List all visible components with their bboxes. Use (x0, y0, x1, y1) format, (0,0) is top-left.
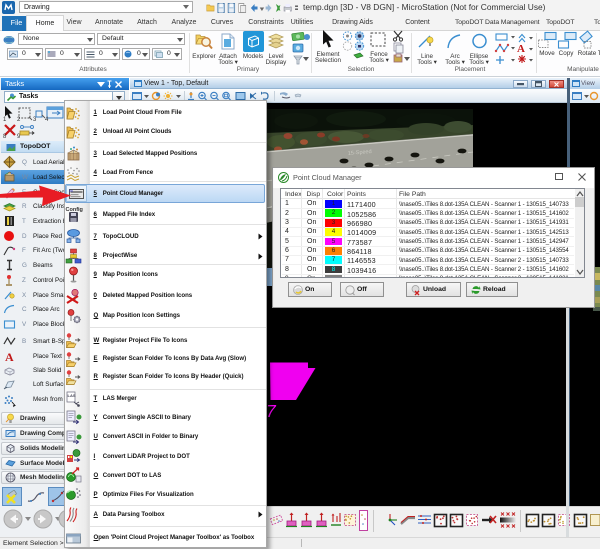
svg-text:3: 3 (33, 117, 37, 123)
svg-text:A: A (5, 350, 14, 364)
svg-text:1: 1 (3, 117, 7, 123)
svg-text:2: 2 (17, 117, 21, 123)
svg-text:A: A (517, 43, 525, 55)
svg-text:LAS: LAS (68, 393, 76, 398)
